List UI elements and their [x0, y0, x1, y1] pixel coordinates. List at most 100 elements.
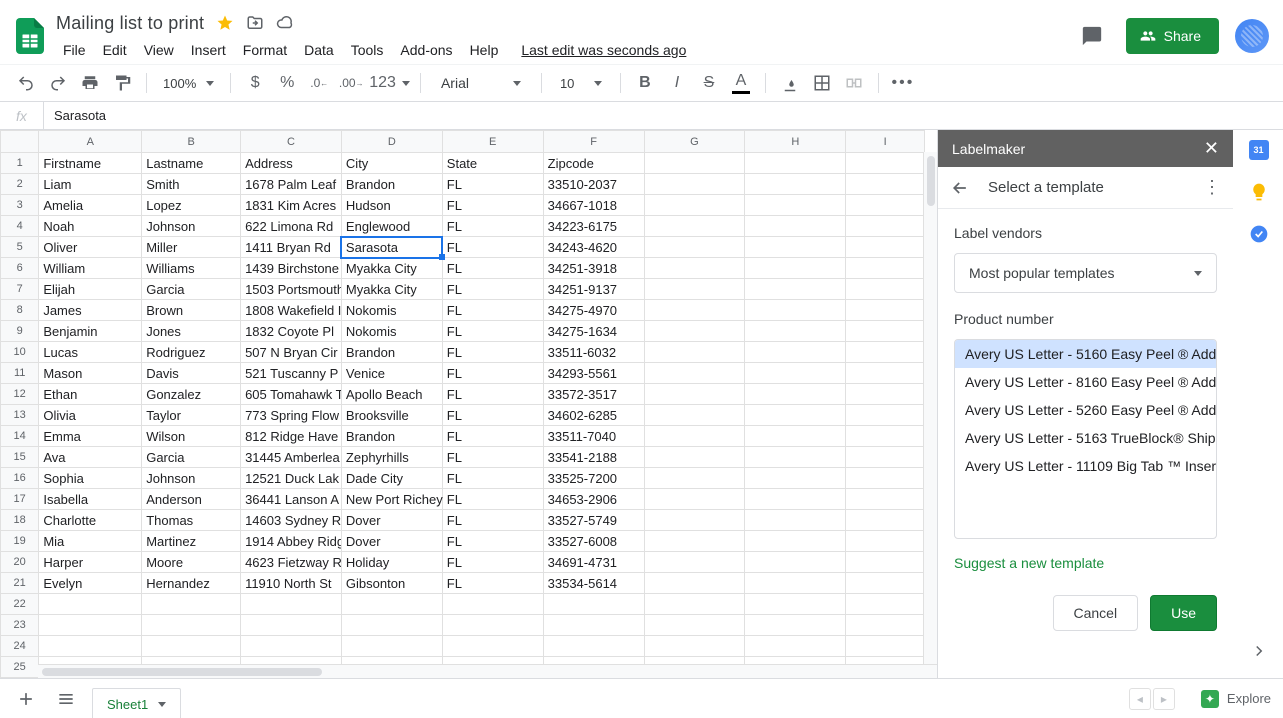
cell[interactable]: Lastname: [142, 153, 241, 174]
bold-button[interactable]: B: [631, 69, 659, 97]
cell[interactable]: Davis: [142, 363, 241, 384]
cell[interactable]: 507 N Bryan Cir: [241, 342, 342, 363]
cell[interactable]: [745, 153, 846, 174]
menu-view[interactable]: View: [137, 38, 181, 62]
cell[interactable]: [543, 615, 644, 636]
all-sheets-button[interactable]: [52, 685, 80, 713]
cell[interactable]: 34223-6175: [543, 216, 644, 237]
cell[interactable]: Englewood: [341, 216, 442, 237]
cell[interactable]: 34275-4970: [543, 300, 644, 321]
row-header[interactable]: 1: [1, 153, 39, 174]
share-button[interactable]: Share: [1126, 18, 1219, 54]
row-header[interactable]: 10: [1, 342, 39, 363]
cell[interactable]: FL: [442, 300, 543, 321]
cell[interactable]: Garcia: [142, 447, 241, 468]
cell[interactable]: FL: [442, 426, 543, 447]
close-icon[interactable]: ✕: [1204, 138, 1219, 159]
cell[interactable]: [442, 615, 543, 636]
cell[interactable]: [644, 342, 745, 363]
cell[interactable]: Sophia: [39, 468, 142, 489]
cell[interactable]: 605 Tomahawk T: [241, 384, 342, 405]
cell[interactable]: [846, 426, 925, 447]
cell[interactable]: Oliver: [39, 237, 142, 258]
cell[interactable]: Anderson: [142, 489, 241, 510]
cell[interactable]: Brandon: [341, 426, 442, 447]
italic-button[interactable]: I: [663, 69, 691, 97]
row-header[interactable]: 24: [1, 636, 39, 657]
menu-help[interactable]: Help: [463, 38, 506, 62]
cell[interactable]: Smith: [142, 174, 241, 195]
cell[interactable]: [543, 636, 644, 657]
row-header[interactable]: 18: [1, 510, 39, 531]
font-size-selector[interactable]: 10: [552, 76, 610, 91]
cell[interactable]: 1914 Abbey Ridg: [241, 531, 342, 552]
collapse-rail-icon[interactable]: [1250, 642, 1268, 660]
cell[interactable]: FL: [442, 447, 543, 468]
cell[interactable]: [442, 636, 543, 657]
cell[interactable]: Rodriguez: [142, 342, 241, 363]
cell[interactable]: [846, 384, 925, 405]
menu-file[interactable]: File: [56, 38, 93, 62]
cell[interactable]: New Port Richey: [341, 489, 442, 510]
strikethrough-button[interactable]: S: [695, 69, 723, 97]
cell[interactable]: [745, 174, 846, 195]
cell[interactable]: [341, 615, 442, 636]
cell[interactable]: 1439 Birchstone: [241, 258, 342, 279]
menu-addons[interactable]: Add-ons: [393, 38, 459, 62]
cell[interactable]: [644, 384, 745, 405]
cell[interactable]: [644, 405, 745, 426]
cell[interactable]: 12521 Duck Lak: [241, 468, 342, 489]
cell[interactable]: 34243-4620: [543, 237, 644, 258]
row-header[interactable]: 21: [1, 573, 39, 594]
cell[interactable]: [644, 531, 745, 552]
cell[interactable]: 773 Spring Flow: [241, 405, 342, 426]
column-header[interactable]: G: [644, 131, 745, 153]
cell[interactable]: [745, 468, 846, 489]
cell[interactable]: [745, 510, 846, 531]
cell[interactable]: [846, 195, 925, 216]
column-header[interactable]: D: [341, 131, 442, 153]
row-header[interactable]: 7: [1, 279, 39, 300]
cell[interactable]: Charlotte: [39, 510, 142, 531]
cell[interactable]: [745, 216, 846, 237]
cell[interactable]: State: [442, 153, 543, 174]
cell[interactable]: [39, 615, 142, 636]
cell[interactable]: Nokomis: [341, 321, 442, 342]
cell[interactable]: Wilson: [142, 426, 241, 447]
cell[interactable]: [846, 594, 925, 615]
cell[interactable]: [341, 636, 442, 657]
explore-button[interactable]: ✦ Explore: [1201, 690, 1271, 708]
undo-button[interactable]: [12, 69, 40, 97]
cell[interactable]: [745, 615, 846, 636]
cell[interactable]: 4623 Fietzway R: [241, 552, 342, 573]
cell[interactable]: Lucas: [39, 342, 142, 363]
cell[interactable]: Ava: [39, 447, 142, 468]
tab-nav-right[interactable]: ▸: [1153, 688, 1175, 710]
decrease-decimal-button[interactable]: .0←: [305, 69, 333, 97]
row-header[interactable]: 17: [1, 489, 39, 510]
column-header[interactable]: I: [846, 131, 925, 153]
cell[interactable]: FL: [442, 321, 543, 342]
suggest-template-link[interactable]: Suggest a new template: [954, 555, 1104, 571]
cell[interactable]: Martinez: [142, 531, 241, 552]
cell[interactable]: 1678 Palm Leaf: [241, 174, 342, 195]
cell[interactable]: Myakka City: [341, 258, 442, 279]
cell[interactable]: [39, 636, 142, 657]
cell[interactable]: Elijah: [39, 279, 142, 300]
cell[interactable]: 34293-5561: [543, 363, 644, 384]
cell[interactable]: Brown: [142, 300, 241, 321]
cell[interactable]: [39, 594, 142, 615]
cell[interactable]: [644, 552, 745, 573]
cell[interactable]: 31445 Amberlea: [241, 447, 342, 468]
menu-tools[interactable]: Tools: [344, 38, 391, 62]
calendar-icon[interactable]: 31: [1249, 140, 1269, 160]
borders-button[interactable]: [808, 69, 836, 97]
cell[interactable]: 622 Limona Rd: [241, 216, 342, 237]
cell[interactable]: 812 Ridge Have: [241, 426, 342, 447]
cell[interactable]: [142, 636, 241, 657]
row-header[interactable]: 9: [1, 321, 39, 342]
format-percent-button[interactable]: %: [273, 69, 301, 97]
cell[interactable]: [846, 636, 925, 657]
column-header[interactable]: E: [442, 131, 543, 153]
cell[interactable]: 36441 Lanson A: [241, 489, 342, 510]
